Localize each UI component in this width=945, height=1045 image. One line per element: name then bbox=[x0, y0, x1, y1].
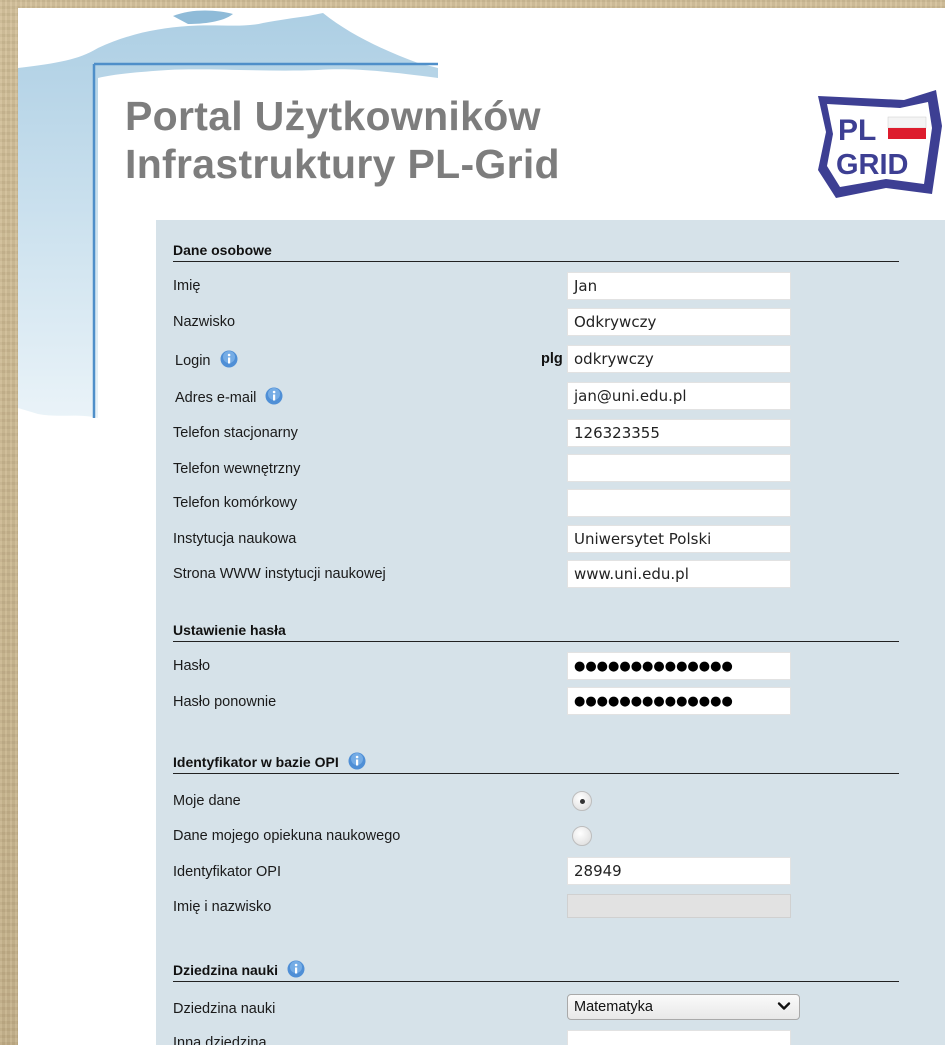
institution-label: Instytucja naukowa bbox=[173, 531, 297, 547]
last-name-label: Nazwisko bbox=[173, 314, 236, 330]
other-field-label: Inna dziedzina bbox=[173, 1035, 267, 1045]
page-title-line1: Portal Użytkowników bbox=[125, 93, 541, 139]
email-label-group: Adres e-mail bbox=[175, 387, 283, 407]
page-title-line2: Infrastruktury PL-Grid bbox=[125, 141, 560, 187]
institution-www-label: Strona WWW instytucji naukowej bbox=[173, 566, 386, 582]
opi-id-label: Identyfikator OPI bbox=[173, 864, 281, 880]
first-name-label: Imię bbox=[173, 278, 201, 294]
last-name-field[interactable]: Odkrywczy bbox=[567, 308, 791, 336]
science-field-label: Dziedzina nauki bbox=[173, 1001, 276, 1017]
info-icon[interactable] bbox=[220, 350, 238, 368]
first-name-field[interactable]: Jan bbox=[567, 272, 791, 300]
registration-form: Dane osobowe Imię Jan Nazwisko Odkrywczy… bbox=[156, 220, 945, 1045]
page-title: Portal Użytkowników Infrastruktury PL-Gr… bbox=[125, 92, 560, 188]
phone-field[interactable]: 126323355 bbox=[567, 419, 791, 447]
login-label-group: Login bbox=[175, 350, 238, 370]
info-icon[interactable] bbox=[287, 960, 305, 978]
supervisor-data-radio[interactable] bbox=[572, 826, 592, 846]
science-field-selected: Matematyka bbox=[574, 999, 653, 1015]
institution-www-field[interactable]: www.uni.edu.pl bbox=[567, 560, 791, 588]
section-heading-password: Ustawienie hasła bbox=[173, 620, 899, 642]
plgrid-logo: PL GRID bbox=[818, 90, 942, 198]
password-label: Hasło bbox=[173, 658, 211, 674]
logo-text-grid: GRID bbox=[836, 149, 909, 181]
logo-text-pl: PL bbox=[838, 114, 876, 147]
mobile-field[interactable] bbox=[567, 489, 791, 517]
section-heading-opi: Identyfikator w bazie OPI bbox=[173, 752, 899, 774]
my-data-label: Moje dane bbox=[173, 793, 241, 809]
ext-phone-field[interactable] bbox=[567, 454, 791, 482]
email-field[interactable]: jan@uni.edu.pl bbox=[567, 382, 791, 410]
institution-field[interactable]: Uniwersytet Polski bbox=[567, 525, 791, 553]
page: Portal Użytkowników Infrastruktury PL-Gr… bbox=[18, 8, 945, 1045]
supervisor-data-label: Dane mojego opiekuna naukowego bbox=[173, 828, 401, 844]
email-label: Adres e-mail bbox=[175, 390, 257, 406]
password-repeat-label: Hasło ponownie bbox=[173, 694, 277, 710]
password-repeat-field[interactable]: ●●●●●●●●●●●●●● bbox=[567, 687, 791, 715]
science-field-select[interactable]: Matematyka bbox=[567, 994, 800, 1020]
phone-label: Telefon stacjonarny bbox=[173, 425, 298, 441]
login-prefix: plg bbox=[541, 351, 563, 367]
full-name-label: Imię i nazwisko bbox=[173, 899, 272, 915]
my-data-radio[interactable] bbox=[572, 791, 592, 811]
login-field[interactable]: odkrywczy bbox=[567, 345, 791, 373]
mobile-label: Telefon komórkowy bbox=[173, 495, 298, 511]
other-field-input[interactable] bbox=[567, 1030, 791, 1045]
opi-heading-text: Identyfikator w bazie OPI bbox=[173, 754, 339, 770]
chevron-down-icon bbox=[777, 1002, 791, 1010]
info-icon[interactable] bbox=[348, 752, 366, 770]
password-field[interactable]: ●●●●●●●●●●●●●● bbox=[567, 652, 791, 680]
full-name-field bbox=[567, 894, 791, 918]
science-heading-text: Dziedzina nauki bbox=[173, 962, 279, 978]
login-label: Login bbox=[175, 353, 211, 369]
ext-phone-label: Telefon wewnętrzny bbox=[173, 461, 301, 477]
opi-id-field[interactable]: 28949 bbox=[567, 857, 791, 885]
radio-selected-dot bbox=[580, 799, 585, 804]
info-icon[interactable] bbox=[265, 387, 283, 405]
section-heading-personal: Dane osobowe bbox=[173, 240, 899, 262]
section-heading-science: Dziedzina nauki bbox=[173, 960, 899, 982]
